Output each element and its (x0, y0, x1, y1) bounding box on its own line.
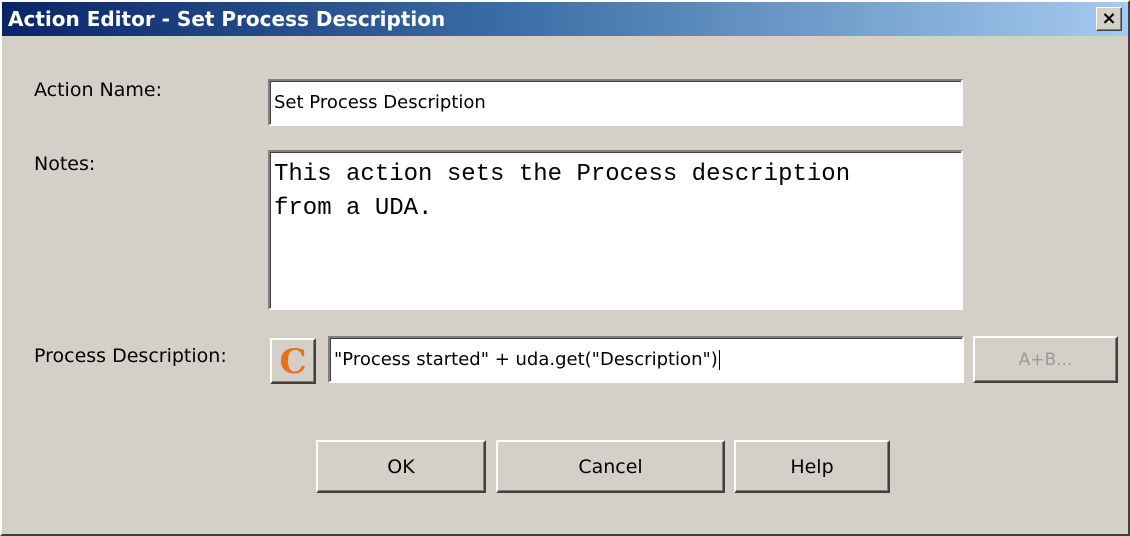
calculate-button[interactable]: C (270, 338, 316, 384)
ok-button-label: OK (387, 455, 415, 478)
ok-button[interactable]: OK (316, 440, 486, 493)
close-icon: × (1101, 8, 1117, 29)
notes-value: This action sets the Process description… (274, 161, 851, 222)
expression-builder-label: A+B... (1018, 349, 1073, 370)
process-description-input[interactable]: "Process started" + uda.get("Description… (328, 336, 964, 383)
cancel-button[interactable]: Cancel (496, 440, 725, 493)
title-bar[interactable]: Action Editor - Set Process Description … (2, 2, 1128, 36)
process-description-label: Process Description: (34, 345, 227, 367)
notes-label: Notes: (34, 153, 96, 175)
help-button[interactable]: Help (734, 440, 890, 493)
text-caret (718, 350, 720, 370)
action-name-input[interactable]: Set Process Description (268, 79, 963, 126)
action-name-label: Action Name: (34, 79, 162, 101)
action-editor-dialog: Action Editor - Set Process Description … (0, 0, 1130, 536)
help-button-label: Help (790, 455, 834, 478)
cancel-button-label: Cancel (578, 455, 643, 478)
c-icon: C (279, 342, 307, 382)
process-description-value: "Process started" + uda.get("Description… (334, 349, 718, 370)
close-button[interactable]: × (1096, 7, 1122, 31)
notes-textarea[interactable]: This action sets the Process description… (268, 150, 963, 310)
action-name-value: Set Process Description (274, 92, 486, 113)
expression-builder-button[interactable]: A+B... (973, 336, 1118, 383)
window-title: Action Editor - Set Process Description (8, 7, 446, 31)
